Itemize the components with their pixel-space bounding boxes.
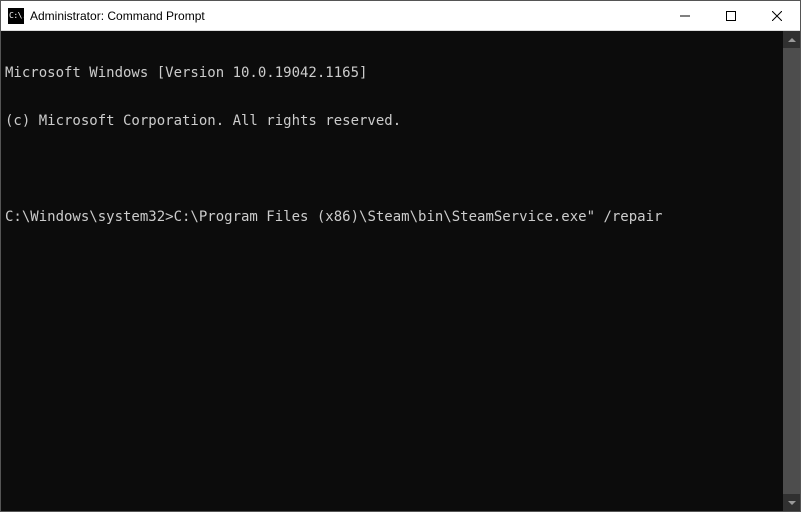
chevron-down-icon	[788, 501, 796, 505]
window-controls	[662, 1, 800, 30]
scroll-up-button[interactable]	[783, 31, 800, 48]
minimize-button[interactable]	[662, 1, 708, 30]
maximize-icon	[726, 11, 736, 21]
terminal-area: Microsoft Windows [Version 10.0.19042.11…	[1, 31, 800, 511]
close-icon	[772, 11, 782, 21]
copyright-line: (c) Microsoft Corporation. All rights re…	[5, 113, 779, 129]
scroll-track[interactable]	[783, 48, 800, 494]
close-button[interactable]	[754, 1, 800, 30]
blank-line	[5, 161, 779, 177]
command-text: C:\Program Files (x86)\Steam\bin\SteamSe…	[174, 209, 663, 225]
scroll-thumb[interactable]	[783, 48, 800, 494]
cmd-icon: C:\.	[8, 8, 24, 24]
chevron-up-icon	[788, 38, 796, 42]
window-titlebar: C:\. Administrator: Command Prompt	[1, 1, 800, 31]
terminal[interactable]: Microsoft Windows [Version 10.0.19042.11…	[1, 31, 783, 511]
minimize-icon	[680, 11, 690, 21]
scroll-down-button[interactable]	[783, 494, 800, 511]
cmd-icon-text: C:\.	[8, 12, 26, 20]
maximize-button[interactable]	[708, 1, 754, 30]
window-title: Administrator: Command Prompt	[30, 9, 662, 23]
version-line: Microsoft Windows [Version 10.0.19042.11…	[5, 65, 779, 81]
prompt: C:\Windows\system32>	[5, 209, 174, 225]
vertical-scrollbar[interactable]	[783, 31, 800, 511]
prompt-line: C:\Windows\system32>C:\Program Files (x8…	[5, 209, 779, 225]
